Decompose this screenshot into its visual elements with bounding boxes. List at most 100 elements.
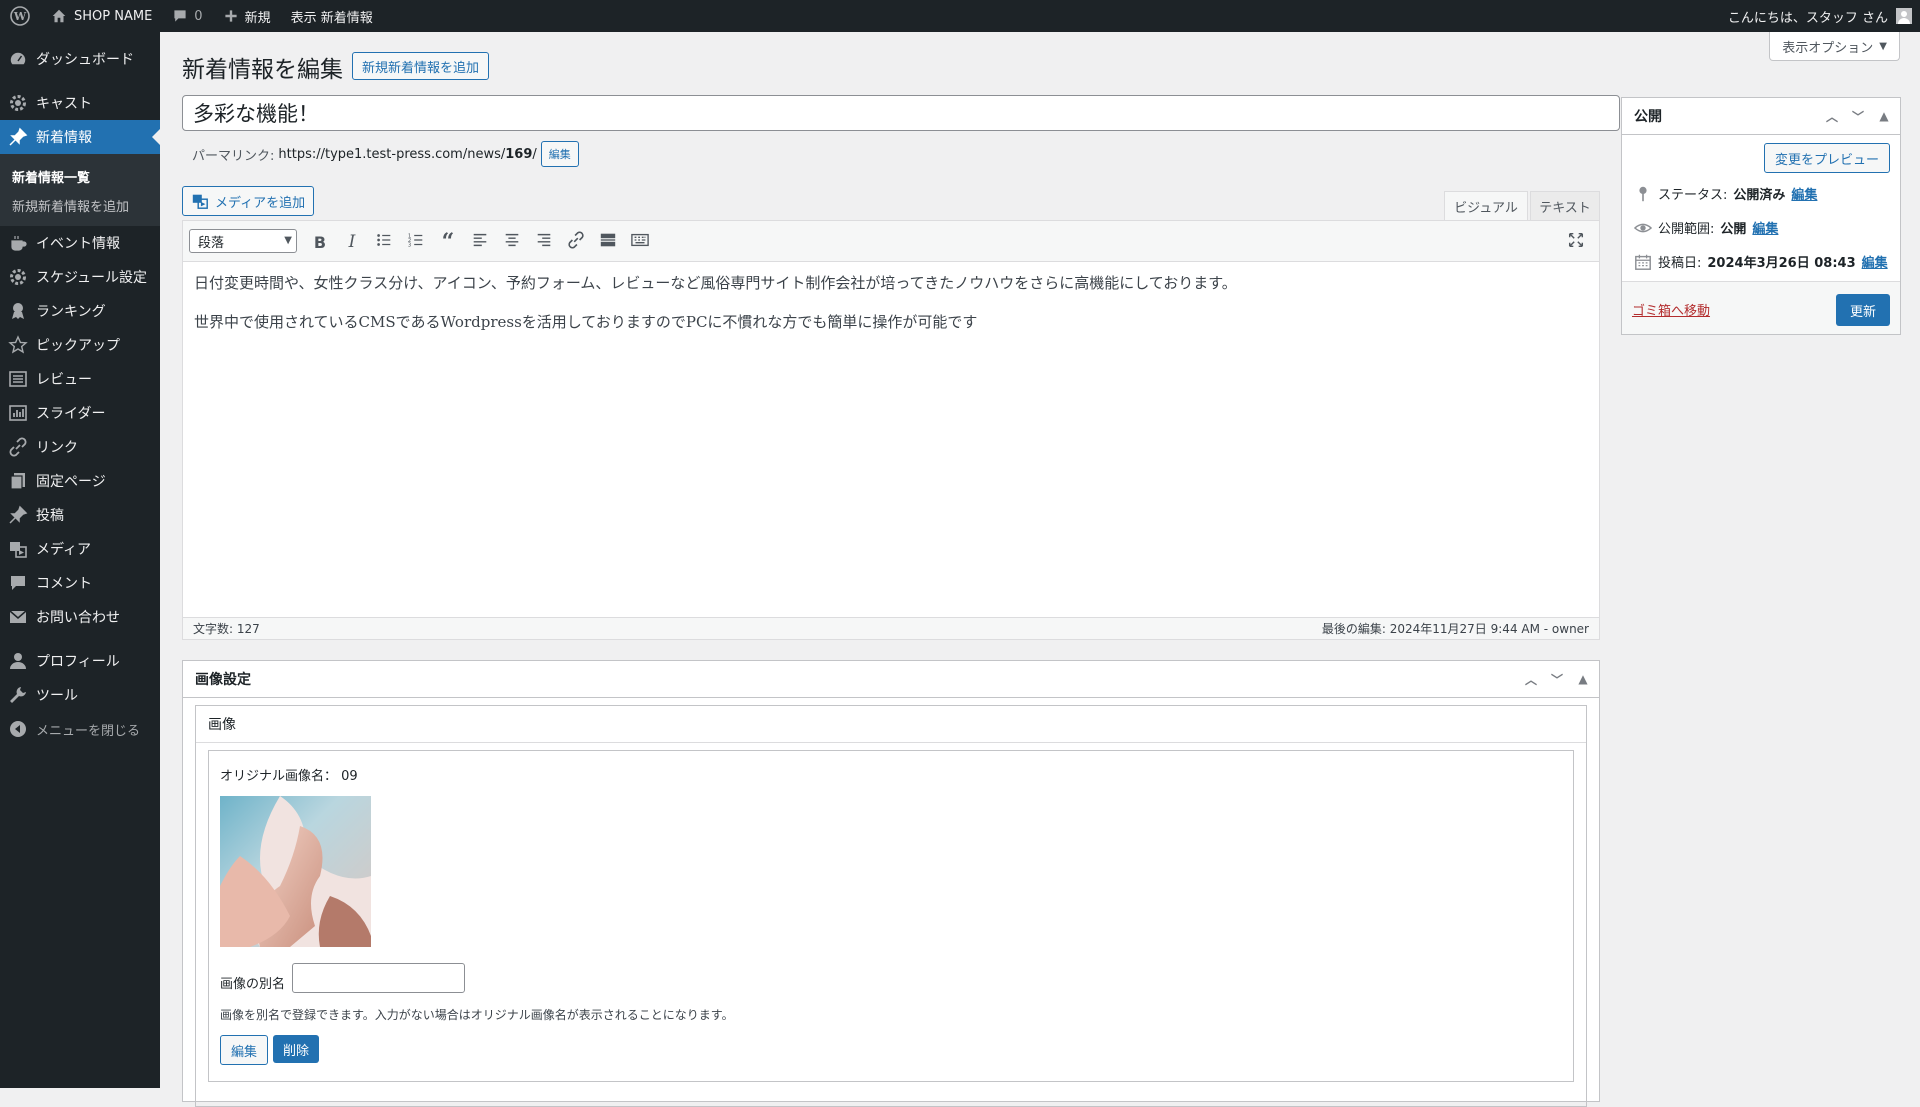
tab-visual[interactable]: ビジュアル: [1444, 191, 1528, 221]
italic-button[interactable]: I: [339, 229, 365, 255]
screen-options-label: 表示オプション: [1782, 40, 1874, 56]
comments-link[interactable]: 0: [162, 0, 212, 32]
image-settings-header: 画像設定 ︿ ﹀ ▲: [183, 661, 1599, 698]
sidebar-item-profile[interactable]: プロフィール: [0, 644, 160, 678]
media-icon: [8, 539, 28, 559]
sidebar-item-slider[interactable]: スライダー: [0, 396, 160, 430]
view-label: 表示 新着情報: [290, 10, 373, 26]
view-news-link[interactable]: 表示 新着情報: [281, 0, 383, 32]
toolbar-toggle-button[interactable]: [627, 229, 653, 255]
submenu-item-news-list[interactable]: 新着情報一覧: [0, 162, 160, 191]
publish-box-title: 公開: [1634, 109, 1662, 125]
image-delete-button[interactable]: 削除: [273, 1035, 320, 1063]
sidebar-item-posts[interactable]: 投稿: [0, 498, 160, 532]
sidebar-item-news[interactable]: 新着情報: [0, 120, 160, 154]
numbered-list-icon: 123: [407, 231, 425, 253]
editor-statusbar: 文字数: 127 最後の編集: 2024年11月27日 9:44 AM - ow…: [183, 617, 1599, 639]
chevron-down-icon[interactable]: ﹀: [1848, 106, 1868, 126]
chart-icon: [8, 403, 28, 423]
chevron-up-icon[interactable]: ︿: [1521, 669, 1541, 689]
edit-status-link[interactable]: 編集: [1791, 184, 1817, 203]
eye-icon: [1634, 219, 1652, 237]
permalink: パーマリンク: https://type1.test-press.com/new…: [192, 141, 579, 167]
visibility-value: 公開: [1720, 222, 1747, 237]
sidebar-item-label: コメント: [36, 576, 92, 592]
sidebar-item-dashboard[interactable]: ダッシュボード: [0, 42, 160, 76]
image-edit-button[interactable]: 編集: [220, 1035, 269, 1065]
permalink-edit-button[interactable]: 編集: [540, 141, 579, 167]
date-label: 投稿日:: [1658, 256, 1702, 271]
sidebar-item-pages[interactable]: 固定ページ: [0, 464, 160, 498]
media-icon: [191, 192, 209, 210]
screen-options-button[interactable]: 表示オプション ▼: [1769, 32, 1900, 61]
blockquote-button[interactable]: “: [435, 229, 461, 255]
sidebar-item-label: ダッシュボード: [36, 52, 134, 68]
avatar: [1896, 8, 1912, 24]
bullet-list-button[interactable]: [371, 229, 397, 255]
sidebar-item-review[interactable]: レビュー: [0, 362, 160, 396]
pin-icon: [8, 127, 28, 147]
sidebar-item-media[interactable]: メディア: [0, 532, 160, 566]
move-to-trash-link[interactable]: ゴミ箱へ移動: [1632, 300, 1710, 319]
comments-count: 0: [194, 8, 203, 24]
submenu-item-add-news[interactable]: 新規新着情報を追加: [0, 191, 160, 220]
sidebar-item-ranking[interactable]: ランキング: [0, 294, 160, 328]
permalink-slug: 169: [505, 146, 533, 162]
tab-text[interactable]: テキスト: [1530, 191, 1600, 221]
align-right-button[interactable]: [531, 229, 557, 255]
sidebar-item-label: キャスト: [36, 96, 92, 112]
post-title-value: 多彩な機能！: [193, 102, 319, 126]
fullscreen-button[interactable]: [1563, 229, 1589, 255]
wrench-icon: [8, 685, 28, 705]
preview-changes-button[interactable]: 変更をプレビュー: [1763, 143, 1890, 173]
alias-help-text: 画像を別名で登録できます。入力がない場合はオリジナル画像名が表示されることになり…: [220, 1008, 734, 1022]
mail-icon: [8, 607, 28, 627]
permalink-url[interactable]: https://type1.test-press.com/news/169/: [278, 147, 536, 162]
new-content-link[interactable]: 新規: [213, 0, 281, 32]
align-left-icon: [471, 231, 489, 253]
date-row: 投稿日: 2024年3月26日 08:43 編集: [1634, 252, 1888, 271]
update-button[interactable]: 更新: [1835, 294, 1890, 326]
bold-button[interactable]: B: [307, 229, 333, 255]
sidebar-item-schedule[interactable]: スケジュール設定: [0, 260, 160, 294]
toggle-panel-icon[interactable]: ▲: [1874, 106, 1894, 126]
add-media-button[interactable]: メディアを追加: [182, 186, 315, 216]
account-menu[interactable]: こんにちは、スタッフ さん: [1728, 0, 1920, 32]
chevron-down-icon[interactable]: ﹀: [1547, 669, 1567, 689]
gear-icon: [8, 267, 28, 287]
align-left-button[interactable]: [467, 229, 493, 255]
insert-link-button[interactable]: [563, 229, 589, 255]
image-thumbnail[interactable]: [220, 796, 371, 947]
sidebar-item-label: 固定ページ: [36, 474, 106, 490]
chevron-up-icon[interactable]: ︿: [1822, 106, 1842, 126]
sidebar-item-links[interactable]: リンク: [0, 430, 160, 464]
collapse-menu-button[interactable]: メニューを閉じる: [0, 712, 160, 746]
comment-icon: [172, 8, 188, 24]
sidebar-item-tools[interactable]: ツール: [0, 678, 160, 712]
sidebar-item-label: お問い合わせ: [36, 610, 120, 626]
content-paragraph: 世界中で使用されているCMSであるWordpressを活用しておりますのでPCに…: [194, 313, 978, 331]
sidebar-item-events[interactable]: イベント情報: [0, 226, 160, 260]
sidebar-item-cast[interactable]: キャスト: [0, 86, 160, 120]
image-field-title: 画像: [208, 717, 236, 733]
italic-icon: I: [348, 232, 356, 252]
sidebar-item-pickup[interactable]: ピックアップ: [0, 328, 160, 362]
read-more-button[interactable]: [595, 229, 621, 255]
comment-icon: [8, 573, 28, 593]
sidebar-item-comments[interactable]: コメント: [0, 566, 160, 600]
toggle-panel-icon[interactable]: ▲: [1573, 669, 1593, 689]
edit-visibility-link[interactable]: 編集: [1752, 218, 1778, 237]
format-select[interactable]: 段落 ▼: [189, 229, 297, 253]
sidebar-item-label: メディア: [36, 542, 92, 558]
wordpress-logo-icon[interactable]: W: [0, 0, 40, 32]
add-new-news-button[interactable]: 新規新着情報を追加: [352, 52, 490, 80]
caret-down-icon: ▼: [284, 235, 292, 246]
post-title-input[interactable]: 多彩な機能！: [182, 95, 1620, 131]
editor-content[interactable]: 日付変更時間や、女性クラス分け、アイコン、予約フォーム、レビューなど風俗専門サイ…: [194, 271, 1574, 349]
align-center-button[interactable]: [499, 229, 525, 255]
sidebar-item-contact[interactable]: お問い合わせ: [0, 600, 160, 634]
alias-input[interactable]: [292, 963, 465, 993]
numbered-list-button[interactable]: 123: [403, 229, 429, 255]
site-name-link[interactable]: SHOP NAME: [40, 0, 162, 32]
edit-date-link[interactable]: 編集: [1862, 252, 1888, 271]
